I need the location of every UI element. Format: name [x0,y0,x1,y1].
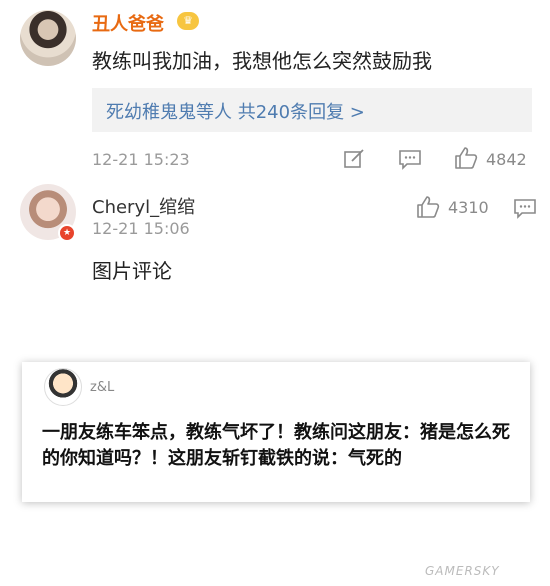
vip-badge-icon: ★ [58,224,76,242]
thumbs-up-icon[interactable] [454,146,478,170]
card-text: 一朋友练车笨点，教练气坏了！教练问这朋友：猪是怎么死的你知道吗？！这朋友斩钉截铁… [42,422,510,469]
comment2-username[interactable]: Cheryl_绾绾 [92,193,195,219]
thumbs-up-icon[interactable] [416,195,440,219]
comment2-text: 图片评论 [92,259,172,283]
comment-icon[interactable] [398,148,422,170]
comment1-text: 教练叫我加油，我想他怎么突然鼓励我 [92,49,432,73]
comment1-like-count: 4842 [486,150,527,169]
comment2-timestamp: 12-21 15:06 [92,219,190,238]
edit-icon[interactable] [343,148,365,170]
watermark: GAMERSKY [425,564,500,578]
reply-summary-link[interactable]: 死幼稚鬼鬼等人 共240条回复 > [106,98,365,124]
card-avatar [44,368,82,406]
comment1-username[interactable]: 丑人爸爸 [92,10,164,36]
avatar-chouren-baba[interactable] [20,10,76,66]
comment2-like-count: 4310 [448,198,489,217]
reply-summary-box[interactable]: 死幼稚鬼鬼等人 共240条回复 > [92,88,532,132]
comment-icon[interactable] [513,197,537,219]
card-username: z&L [90,380,115,395]
crown-badge-icon: ♛ [177,12,199,30]
image-comment-card[interactable]: z&L 一朋友练车笨点，教练气坏了！教练问这朋友：猪是怎么死的你知道吗？！这朋友… [22,362,530,502]
comment1-timestamp: 12-21 15:23 [92,150,190,169]
